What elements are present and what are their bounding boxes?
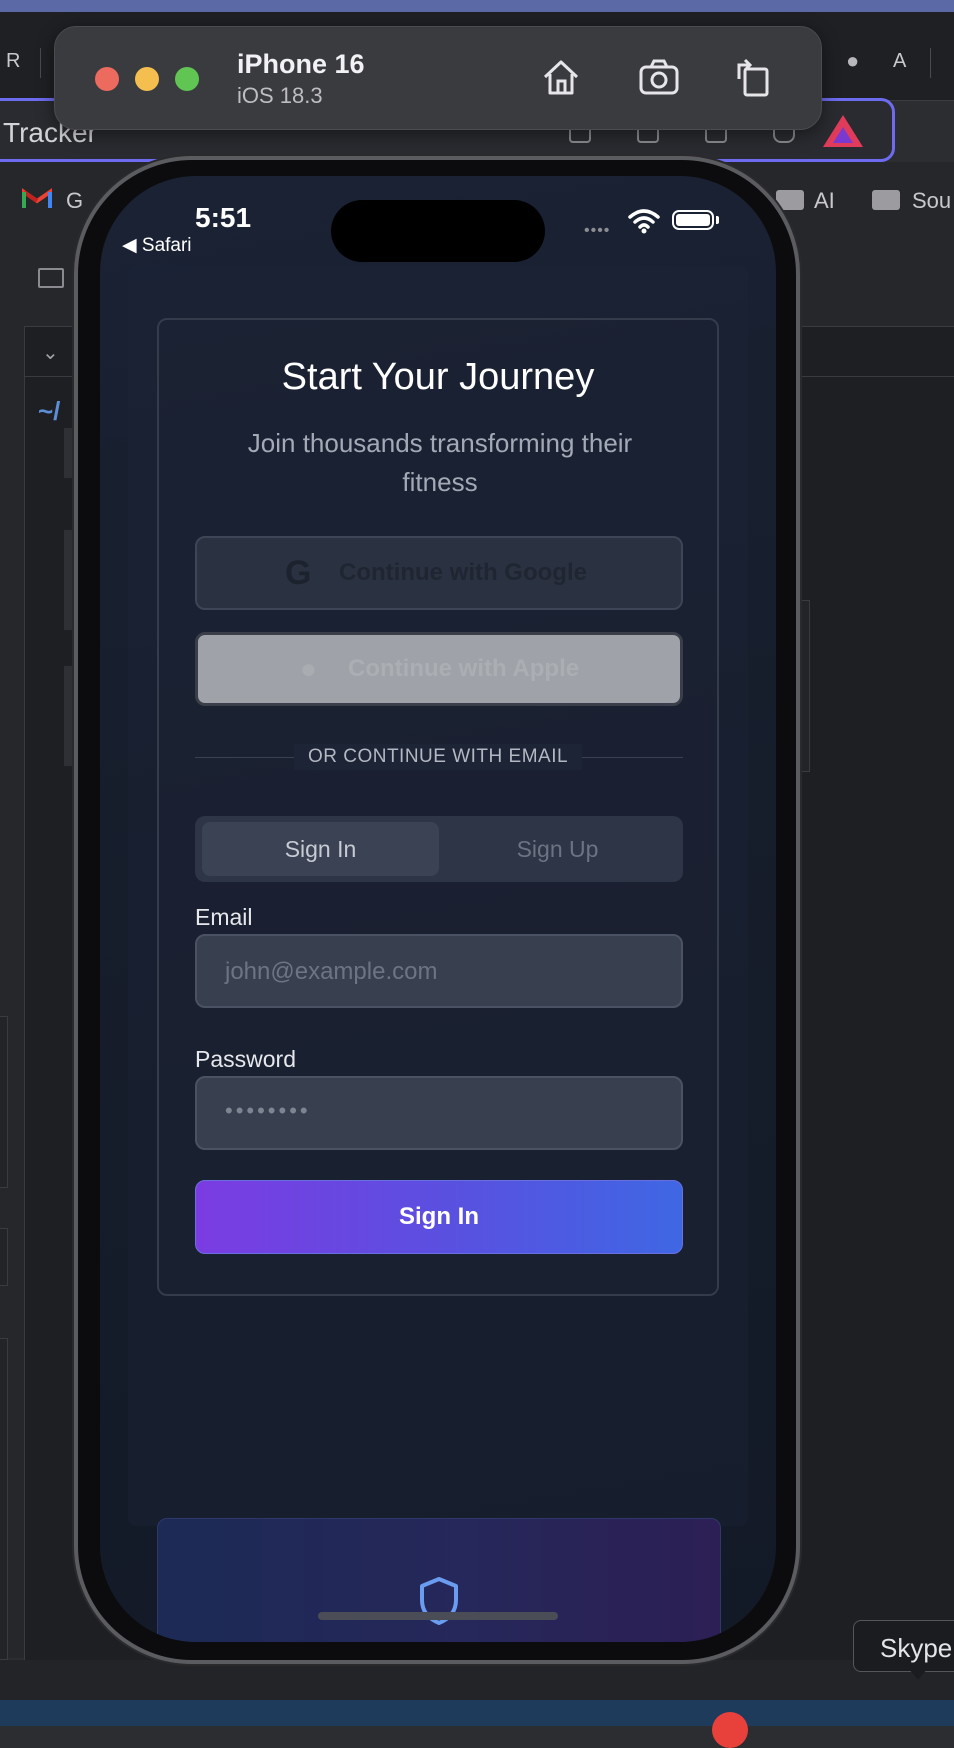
page-subtitle: Join thousands transforming their fitnes… bbox=[247, 428, 633, 497]
toolbar-divider bbox=[40, 48, 41, 78]
tooltip-label: Skype bbox=[880, 1633, 953, 1663]
folder-icon bbox=[776, 190, 804, 210]
wifi-icon bbox=[628, 209, 660, 234]
minimize-window-button[interactable] bbox=[135, 67, 159, 91]
tab-sign-up[interactable]: Sign Up bbox=[439, 822, 676, 876]
dock bbox=[0, 1700, 954, 1726]
chevron-down-icon[interactable]: ⌄ bbox=[42, 340, 59, 365]
gutter-mark bbox=[64, 428, 74, 478]
editor-status-bar bbox=[0, 1660, 954, 1700]
monitor-icon[interactable] bbox=[38, 268, 64, 288]
iphone-screen: 5:51 ◀ Safari •••• Start Your Journey Jo… bbox=[100, 176, 776, 1642]
google-button-label: Continue with Google bbox=[339, 559, 587, 586]
gmail-icon[interactable] bbox=[22, 188, 52, 210]
bookmark-sou[interactable]: Sou bbox=[912, 188, 951, 214]
close-window-button[interactable] bbox=[95, 67, 119, 91]
home-icon[interactable] bbox=[539, 55, 583, 99]
password-placeholder: •••••••• bbox=[225, 1098, 311, 1123]
apple-icon: ● bbox=[300, 653, 317, 684]
back-to-safari-link[interactable]: ◀ Safari bbox=[122, 234, 192, 257]
side-panel-edge bbox=[0, 1338, 8, 1660]
dynamic-island bbox=[331, 200, 545, 262]
page-title: Start Your Journey bbox=[281, 356, 595, 398]
rotate-icon[interactable] bbox=[731, 55, 775, 99]
simulator-titlebar: iPhone 16 iOS 18.3 bbox=[54, 26, 822, 130]
side-panel-edge bbox=[0, 1016, 8, 1188]
cellular-signal-icon: •••• bbox=[584, 222, 611, 239]
dock-tooltip: Skype bbox=[853, 1620, 954, 1672]
simulator-device-name: iPhone 16 bbox=[237, 49, 365, 79]
password-field[interactable]: •••••••• bbox=[195, 1076, 683, 1150]
toolbar-right-letter: A bbox=[893, 50, 907, 72]
apple-icon: ● bbox=[846, 48, 860, 73]
tab-sign-in[interactable]: Sign In bbox=[202, 822, 439, 876]
toolbar-left-letter: R bbox=[6, 50, 21, 72]
sign-in-button[interactable]: Sign In bbox=[195, 1180, 683, 1254]
toolbar-divider bbox=[930, 48, 931, 78]
tooltip-arrow bbox=[908, 1668, 928, 1680]
email-field[interactable]: john@example.com bbox=[195, 934, 683, 1008]
folder-icon bbox=[872, 190, 900, 210]
divider-label: OR CONTINUE WITH EMAIL bbox=[293, 744, 583, 770]
desktop-top-strip bbox=[0, 0, 954, 12]
gutter-mark bbox=[64, 666, 74, 766]
auth-card: Start Your Journey Join thousands transf… bbox=[157, 318, 719, 1296]
brave-icon-inner bbox=[833, 127, 853, 143]
google-signin-button[interactable]: G Continue with Google bbox=[195, 536, 683, 610]
apple-button-label: Continue with Apple bbox=[348, 655, 580, 682]
status-time: 5:51 bbox=[195, 202, 252, 233]
side-panel-edge bbox=[0, 1228, 8, 1286]
bookmark-ai[interactable]: AI bbox=[814, 188, 835, 214]
home-indicator[interactable] bbox=[318, 1612, 558, 1620]
password-label: Password bbox=[195, 1046, 296, 1072]
battery-icon bbox=[672, 210, 714, 230]
bookmark-gmail-label[interactable]: G bbox=[66, 188, 83, 214]
apple-signin-button[interactable]: ● Continue with Apple bbox=[195, 632, 683, 706]
screenshot-icon[interactable] bbox=[637, 55, 681, 99]
divider-label-wrap: OR CONTINUE WITH EMAIL bbox=[159, 744, 717, 770]
google-icon: G bbox=[285, 554, 312, 592]
dock-app-icon[interactable] bbox=[712, 1712, 748, 1748]
battery-tip bbox=[716, 216, 719, 224]
zoom-window-button[interactable] bbox=[175, 67, 199, 91]
email-label: Email bbox=[195, 904, 253, 930]
gutter-mark bbox=[64, 530, 74, 630]
simulator-os-version: iOS 18.3 bbox=[237, 83, 323, 108]
email-placeholder: john@example.com bbox=[225, 958, 438, 985]
auth-mode-tabs: Sign In Sign Up bbox=[195, 816, 683, 882]
terminal-path: ~/ bbox=[38, 396, 61, 426]
